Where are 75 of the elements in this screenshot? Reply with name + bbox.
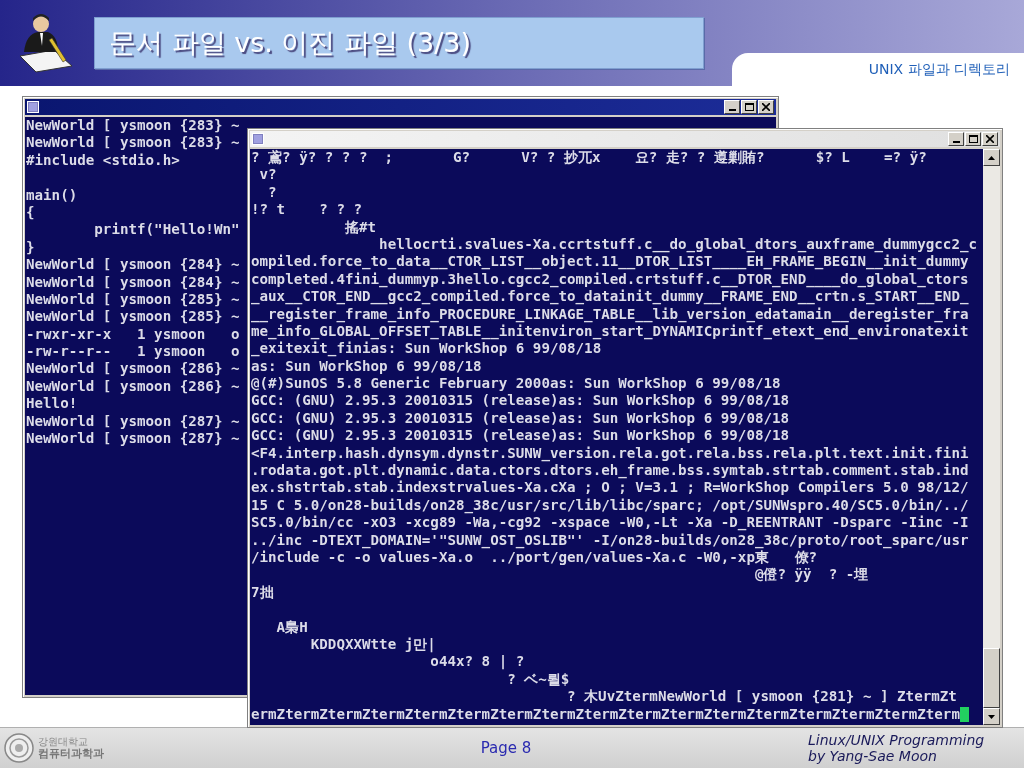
terminal-line: me_info_GLOBAL_OFFSET_TABLE__initenviron_start_DYNAMICprintf_etext_end_environatexit <box>251 322 969 341</box>
terminal-line: NewWorld [ ysmoon {283} ~ <box>26 134 240 152</box>
seal-icon <box>4 733 34 763</box>
minimize-button[interactable] <box>724 100 740 114</box>
terminal-line: GCC: (GNU) 2.95.3 20010315 (release)as: Sun WorkShop 6 99/08/18 <box>251 392 790 410</box>
terminal-line: .rodata.got.plt.dynamic.data.ctors.dtors.eh_frame.bss.symtab.strtab.comment.stab.ind <box>251 462 969 480</box>
scroll-thumb[interactable] <box>983 648 1000 708</box>
window-icon <box>252 133 264 145</box>
terminal-line: 15 C 5.0/on28-builds/on28_38c/usr/src/lib/libc/sparc; /opt/SUNWspro.40/SC5.0/bin/../ <box>251 496 969 515</box>
school-name: 강원대학교 <box>38 736 89 747</box>
terminal-line: Hello! <box>26 395 78 413</box>
terminal-line: ermZtermZtermZtermZtermZtermZtermZtermZtermZtermZtermZtermZtermZtermZtermZtermZterm <box>251 705 960 722</box>
terminal-line: as: Sun WorkShop 6 99/08/18 <box>251 357 482 376</box>
terminal-line: completed.4fini_dummyp.3hello.cgcc2_compiled.crtstuff.c__DTOR_END____do_global_ctors <box>251 270 969 289</box>
terminal-line: } <box>26 238 35 257</box>
terminal-line: __register_frame_info_PROCEDURE_LINKAGE_TABLE__lib_version_edatamain__deregister_fra <box>251 305 969 323</box>
maximize-button[interactable] <box>741 100 757 114</box>
terminal-line: ompiled.force_to_data__CTOR_LIST__object.11__DTOR_LIST____EH_FRAME_BEGIN__init_dummy <box>251 253 969 271</box>
credit-line: Linux/UNIX Programming <box>808 732 985 748</box>
terminal-line: @(#)SunOS 5.8 Generic February 2000as: Sun WorkShop 6 99/08/18 <box>251 375 781 393</box>
terminal-line: @僜? ÿÿ ? -埋 <box>753 566 869 584</box>
terminal-line: NewWorld [ ysmoon {286} ~ <box>26 377 240 396</box>
terminal-line: main() <box>26 186 78 204</box>
slide-title: 문서 파일 vs. 이진 파일 (3/3) <box>109 26 472 60</box>
terminal-line: <F4.interp.hash.dynsym.dynstr.SUNW_version.rela.got.rela.bss.rela.plt.text.init.fini <box>251 444 969 463</box>
close-icon <box>986 135 994 143</box>
terminal-line: ? ベ~뢸$ <box>506 670 570 689</box>
terminal-line: NewWorld [ ysmoon {287} ~ <box>26 430 240 448</box>
scroll-down-button[interactable] <box>983 708 1000 725</box>
terminal-line: KDDQXXWtte j만| <box>309 635 436 654</box>
page-number: Page 8 <box>480 739 532 757</box>
terminal-line: GCC: (GNU) 2.95.3 20010315 (release)as: Sun WorkShop 6 99/08/18 <box>251 427 790 445</box>
terminal-line: SC5.0/bin/cc -xO3 -xcg89 -Wa,-cg92 -xspace -W0,-Lt -Xa -D_REENTRANT -Dsparc -Iinc -I <box>251 514 969 532</box>
terminal-line: NewWorld [ ysmoon {284} ~ <box>26 256 240 274</box>
terminal-line: #include <stdio.h> <box>26 151 180 170</box>
terminal-line: GCC: (GNU) 2.95.3 20010315 (release)as: Sun WorkShop 6 99/08/18 <box>251 409 790 428</box>
terminal-line: NewWorld [ ysmoon {283} ~ <box>26 117 240 135</box>
maximize-icon <box>968 135 978 143</box>
minimize-button[interactable] <box>948 132 964 146</box>
maximize-button[interactable] <box>965 132 981 146</box>
terminal-line: NewWorld [ ysmoon {286} ~ <box>26 360 240 378</box>
terminal-line: NewWorld [ ysmoon {285} ~ <box>26 290 240 309</box>
terminal-line: o44x? 8 | ? <box>429 653 525 671</box>
scroll-up-button[interactable] <box>983 149 1000 166</box>
terminal-line: -rw-r--r-- 1 ysmoon o <box>26 343 240 361</box>
terminal-line: { <box>26 203 35 222</box>
close-button[interactable] <box>758 100 774 114</box>
terminal-line: NewWorld [ ysmoon {284} ~ <box>26 273 240 291</box>
terminal-line: A梟H <box>275 618 308 636</box>
credit-line: by Yang-Sae Moon <box>808 748 937 764</box>
terminal-line: 7拙 <box>251 583 274 602</box>
section-label: UNIX 파일과 디렉토리 <box>732 53 1024 86</box>
terminal-line: printf("Hello!Wn" <box>93 221 240 239</box>
terminal-line: 搖#t <box>343 218 377 236</box>
terminal-line: -rwxr-xr-x 1 ysmoon o <box>26 325 240 344</box>
up-arrow-icon <box>988 155 995 160</box>
terminal-line: /include -c -o values-Xa.o ../port/gen/values-Xa.c -W0,-xp東 僚? <box>251 549 818 567</box>
maximize-icon <box>744 103 754 111</box>
terminal-line: ? 木UvZtermNewWorld [ ysmoon {281} ~ ] ZtermZt <box>566 688 957 706</box>
terminal-line: _aux__CTOR_END__gcc2_compiled.force_to_datainit_dummy__FRAME_END__crtn.s_START__END_ <box>251 288 969 306</box>
terminal-line: ../inc -DTEXT_DOMAIN='"SUNW_OST_OSLIB"' -I/on28-builds/on28_38c/proto/root_sparc/usr <box>251 531 969 549</box>
terminal-line: ? 鳶? ÿ? ? ? ? ; G? V? ? 抄兀x 요? 走? ? 遵剿賄? $? L =? ÿ? <box>251 149 927 167</box>
department-name: 컴퓨터과학과 <box>38 746 104 760</box>
close-icon <box>762 103 770 111</box>
close-button[interactable] <box>982 132 998 146</box>
terminal-line: _exitexit_finias: Sun WorkShop 6 99/08/18 <box>251 340 602 358</box>
terminal-line: NewWorld [ ysmoon {287} ~ <box>26 412 240 431</box>
down-arrow-icon <box>988 714 995 719</box>
terminal-line: NewWorld [ ysmoon {285} ~ <box>26 308 240 326</box>
terminal-line: v? <box>258 166 277 184</box>
terminal-line: hellocrti.svalues-Xa.ccrtstuff.c__do_global_dtors_auxframe_dummygcc2_c <box>378 235 978 254</box>
window-icon <box>27 101 39 113</box>
terminal-line: ex.shstrtab.stab.indexstrvalues-Xa.cXa ; O ; V=3.1 ; R=WorkShop Compilers 5.0 98/12/ <box>251 479 969 497</box>
terminal-line: ? <box>267 183 277 202</box>
terminal-line: !? t ? ? ? <box>251 201 363 219</box>
